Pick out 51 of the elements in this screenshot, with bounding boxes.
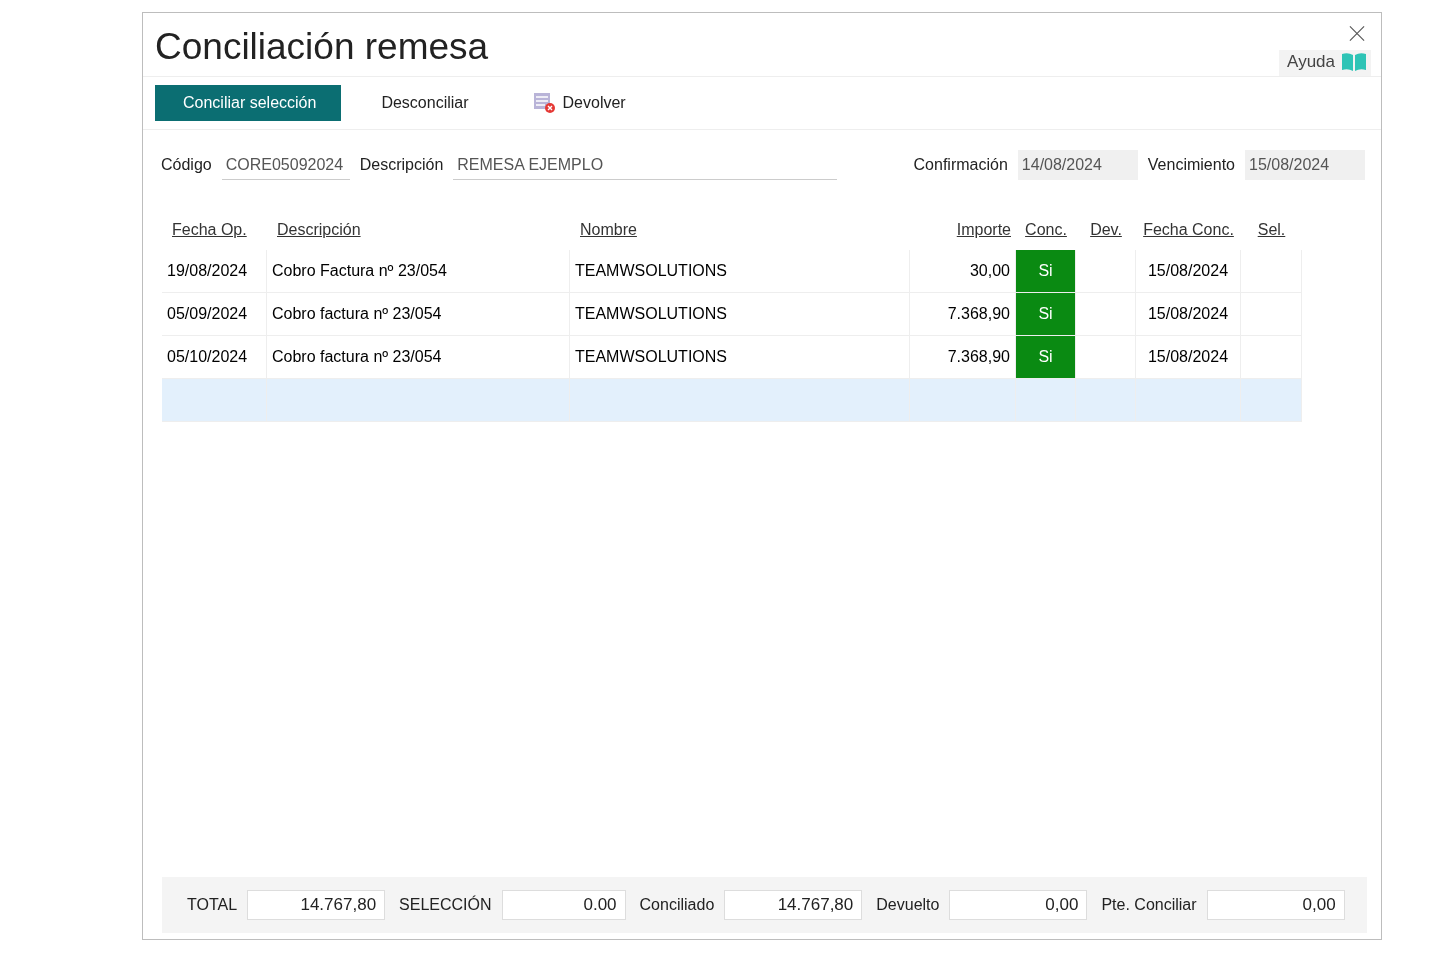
table-row[interactable]: 05/09/2024 Cobro factura nº 23/054 TEAMWSOLUTIONS 7.368,90 Si 15/08/2024 (162, 293, 1302, 336)
reconcile-button[interactable]: Conciliar selección (155, 85, 342, 121)
total-label: Pte. Conciliar (1101, 896, 1197, 914)
column-header[interactable]: Fecha Op. (172, 221, 247, 239)
status-badge: Si (1016, 336, 1075, 378)
total-field[interactable]: 0.00 (501, 890, 626, 920)
total-label: Devuelto (876, 896, 940, 914)
table-cell: 7.368,90 (947, 305, 1010, 323)
field-label: Código (161, 156, 212, 174)
unreconcile-button[interactable]: Desconciliar (351, 85, 493, 121)
text-field[interactable]: 15/08/2024 (1245, 150, 1365, 180)
status-badge: Si (1016, 250, 1075, 292)
total-label: SELECCIÓN (399, 896, 492, 914)
column-header[interactable]: Importe (956, 221, 1011, 239)
total-field[interactable]: 0,00 (1206, 890, 1345, 920)
table-cell: TEAMWSOLUTIONS (575, 262, 727, 280)
column-header[interactable]: Fecha Conc. (1143, 221, 1234, 239)
total-field[interactable]: 0,00 (949, 890, 1088, 920)
field-label: Descripción (359, 156, 444, 174)
total-field[interactable]: 14.767,80 (247, 890, 386, 920)
table-cell: 05/09/2024 (167, 305, 248, 323)
table-cell: 30,00 (969, 262, 1010, 280)
table-cell: TEAMWSOLUTIONS (575, 348, 727, 366)
table-cell: 15/08/2024 (1147, 305, 1229, 323)
table-cell: 19/08/2024 (167, 262, 248, 280)
table-cell: 15/08/2024 (1147, 262, 1229, 280)
text-field[interactable]: 14/08/2024 (1017, 150, 1138, 180)
column-header[interactable]: Nombre (580, 221, 637, 239)
status-badge: Si (1016, 293, 1075, 335)
table-cell: 15/08/2024 (1147, 348, 1229, 366)
column-header[interactable]: Sel. (1257, 221, 1286, 239)
table-cell: TEAMWSOLUTIONS (575, 305, 727, 323)
table-cell: Cobro factura nº 23/054 (272, 305, 442, 323)
table-cell: Cobro Factura nº 23/054 (272, 262, 447, 280)
column-header[interactable]: Conc. (1025, 221, 1067, 239)
field-label: Vencimiento (1147, 156, 1235, 174)
total-field[interactable]: 14.767,80 (724, 890, 863, 920)
column-header[interactable]: Descripción (277, 221, 361, 239)
table-cell: 7.368,90 (947, 348, 1010, 366)
total-label: TOTAL (187, 896, 238, 914)
table-cell: 05/10/2024 (167, 348, 248, 366)
document-remove-icon (532, 92, 557, 114)
total-label: Conciliado (639, 896, 715, 914)
column-header[interactable]: Dev. (1090, 221, 1122, 239)
table-row[interactable]: 19/08/2024 Cobro Factura nº 23/054 TEAMWSOLUTIONS 30,00 Si 15/08/2024 (162, 250, 1302, 293)
book-icon (1341, 52, 1367, 72)
field-label: Confirmación (913, 156, 1008, 174)
window-title: Conciliación remesa (155, 25, 489, 69)
help-button[interactable]: Ayuda (1279, 50, 1371, 76)
table-cell: Cobro factura nº 23/054 (272, 348, 442, 366)
return-button[interactable]: Devolver (502, 85, 650, 121)
